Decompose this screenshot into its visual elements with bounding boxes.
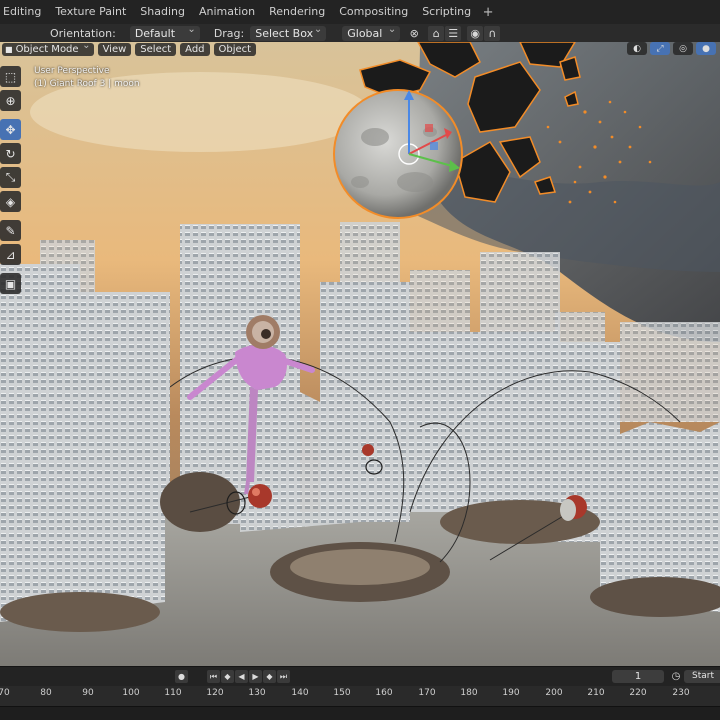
drag-label: Drag: bbox=[213, 26, 245, 40]
tab-shading[interactable]: Shading bbox=[133, 0, 192, 24]
viewport-header: ■Object Mode View Select Add Object ◐ ⤢ … bbox=[0, 42, 720, 56]
snap-icon[interactable]: ⌂ bbox=[428, 25, 445, 41]
ruler-tick: 210 bbox=[587, 688, 605, 698]
ruler-tick: 110 bbox=[164, 688, 182, 698]
ruler-tick: 120 bbox=[206, 688, 224, 698]
ruler-tick: 170 bbox=[418, 688, 436, 698]
3d-viewport[interactable]: ■Object Mode View Select Add Object ◐ ⤢ … bbox=[0, 42, 720, 666]
next-keyframe-icon[interactable]: ◆ bbox=[263, 670, 276, 683]
proportional-group: ◉ ∩ bbox=[467, 25, 501, 41]
tab-compositing[interactable]: Compositing bbox=[332, 0, 415, 24]
tool-shelf: ⬚ ⊕ ✥ ↻ ⤡ ◈ ✎ ⊿ ▣ bbox=[0, 66, 22, 297]
ruler-tick: 190 bbox=[502, 688, 520, 698]
cursor-icon[interactable]: ⊕ bbox=[0, 90, 21, 111]
prev-keyframe-icon[interactable]: ◆ bbox=[221, 670, 234, 683]
object-mode-value: Object Mode bbox=[15, 43, 79, 55]
pivot-icon[interactable]: ⊗ bbox=[406, 26, 422, 41]
play-icon[interactable]: ▶ bbox=[249, 670, 262, 683]
snap-group: ⌂ ☰ bbox=[428, 25, 462, 41]
add-workspace-button[interactable]: + bbox=[478, 5, 498, 20]
gizmo-icon[interactable]: ⤢ bbox=[650, 42, 670, 55]
ruler-tick: 180 bbox=[460, 688, 478, 698]
overlays-icon[interactable]: ◎ bbox=[673, 42, 693, 55]
add-menu[interactable]: Add bbox=[180, 42, 210, 56]
ruler-tick: 230 bbox=[672, 688, 690, 698]
orientation-value: Default bbox=[134, 26, 176, 40]
drag-value: Select Box bbox=[255, 26, 314, 40]
view-menu[interactable]: View bbox=[97, 42, 132, 56]
select-box-icon[interactable]: ⬚ bbox=[0, 66, 21, 87]
record-group: ● bbox=[175, 670, 188, 684]
ruler-tick: 130 bbox=[248, 688, 266, 698]
object-menu[interactable]: Object bbox=[213, 42, 257, 56]
viewport-info: User Perspective (1) Giant Roof 3 | moon bbox=[34, 65, 140, 91]
playback-controls: ⏮ ◆ ◀ ▶ ◆ ⏭ bbox=[207, 670, 290, 684]
ruler-tick: 100 bbox=[122, 688, 140, 698]
ruler-tick: 140 bbox=[291, 688, 309, 698]
drag-dropdown[interactable]: Select Box bbox=[250, 22, 327, 41]
timeline-header: ● ⏮ ◆ ◀ ▶ ◆ ⏭ 1 ◷ Start bbox=[0, 666, 720, 686]
jump-end-icon[interactable]: ⏭ bbox=[277, 670, 290, 683]
ruler-tick: 90 bbox=[82, 688, 94, 698]
orientation-label: Orientation: bbox=[50, 26, 116, 40]
proportional-edit-icon[interactable]: ◉ bbox=[467, 25, 484, 41]
transform-space-value: Global bbox=[347, 26, 383, 40]
orientation-dropdown[interactable]: Default bbox=[129, 22, 200, 41]
frame-ruler[interactable]: 70 80 90 100 110 120 130 140 150 160 170… bbox=[0, 686, 720, 706]
current-frame-field[interactable]: 1 bbox=[612, 670, 664, 683]
timeline-track[interactable] bbox=[0, 706, 720, 720]
tab-scripting[interactable]: Scripting bbox=[415, 0, 478, 24]
workspace-tabs: Editing Texture Paint Shading Animation … bbox=[0, 0, 720, 24]
tab-animation[interactable]: Animation bbox=[192, 0, 262, 24]
measure-icon[interactable]: ⊿ bbox=[0, 244, 21, 265]
select-menu[interactable]: Select bbox=[135, 42, 177, 56]
record-icon[interactable]: ● bbox=[175, 670, 188, 683]
move-icon[interactable]: ✥ bbox=[0, 119, 21, 140]
ruler-tick: 220 bbox=[629, 688, 647, 698]
visibility-icon[interactable]: ◐ bbox=[627, 42, 647, 55]
scale-icon[interactable]: ⤡ bbox=[0, 167, 21, 188]
tab-texture-paint[interactable]: Texture Paint bbox=[48, 0, 133, 24]
ruler-tick: 160 bbox=[375, 688, 393, 698]
rotate-icon[interactable]: ↻ bbox=[0, 143, 21, 164]
ruler-tick: 200 bbox=[545, 688, 563, 698]
stopwatch-icon[interactable]: ◷ bbox=[669, 670, 683, 683]
active-object-label: (1) Giant Roof 3 | moon bbox=[34, 79, 140, 89]
falloff-icon[interactable]: ∩ bbox=[484, 25, 501, 41]
perspective-label: User Perspective bbox=[34, 66, 110, 76]
jump-start-icon[interactable]: ⏮ bbox=[207, 670, 220, 683]
ruler-tick: 80 bbox=[40, 688, 52, 698]
tab-editing[interactable]: Editing bbox=[0, 0, 48, 24]
scene-render bbox=[0, 42, 720, 666]
snap-target-icon[interactable]: ☰ bbox=[445, 25, 462, 41]
shading-icon[interactable]: ● bbox=[696, 42, 716, 55]
mode-icon: ■ bbox=[5, 44, 13, 54]
start-frame-field[interactable]: Start bbox=[684, 670, 720, 683]
add-cube-icon[interactable]: ▣ bbox=[0, 273, 21, 294]
tab-rendering[interactable]: Rendering bbox=[262, 0, 332, 24]
ruler-tick: 150 bbox=[333, 688, 351, 698]
play-reverse-icon[interactable]: ◀ bbox=[235, 670, 248, 683]
tool-header: Orientation: Default Drag: Select Box Gl… bbox=[0, 22, 720, 42]
annotate-icon[interactable]: ✎ bbox=[0, 220, 21, 241]
transform-icon[interactable]: ◈ bbox=[0, 191, 21, 212]
ruler-tick: 70 bbox=[0, 688, 10, 698]
object-mode-dropdown[interactable]: ■ Object Mode bbox=[2, 42, 94, 56]
transform-orientation-dropdown[interactable]: Global bbox=[342, 22, 401, 41]
viewport-overlays: ◐ ⤢ ◎ ● bbox=[627, 42, 716, 55]
